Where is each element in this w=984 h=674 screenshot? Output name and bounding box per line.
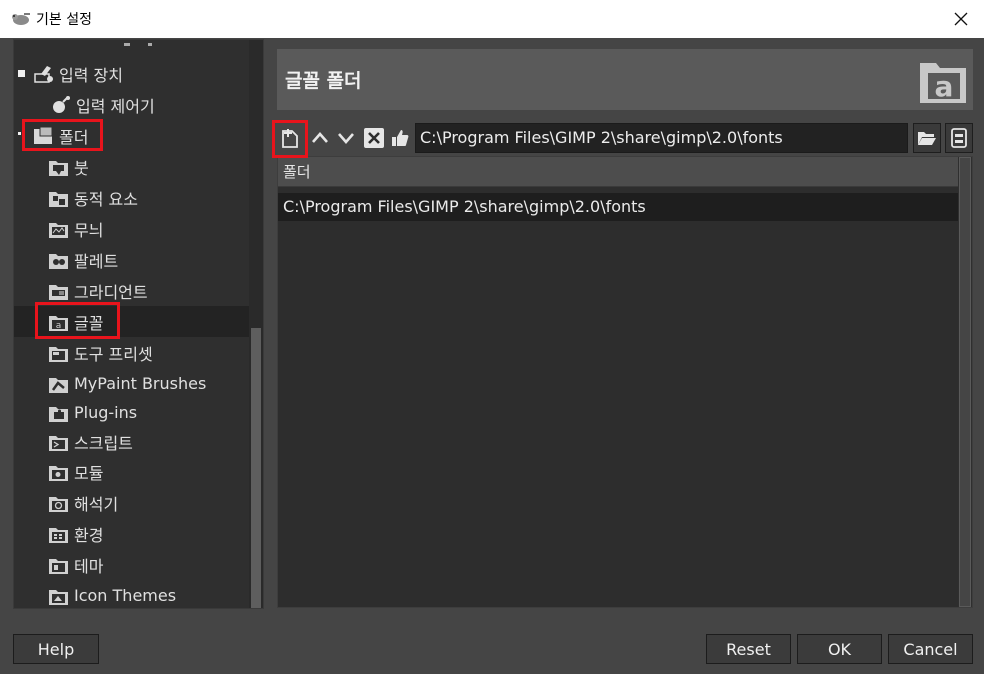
list-item[interactable]: C:\Program Files\GIMP 2\share\gimp\2.0\f… bbox=[278, 193, 958, 221]
tree-item-themes[interactable]: 테마 bbox=[14, 549, 250, 580]
move-down-button[interactable] bbox=[334, 124, 358, 152]
tree-item-label: 도구 프리셋 bbox=[74, 344, 153, 364]
mypaint-folder-icon bbox=[49, 377, 68, 393]
tree-item-fonts[interactable]: a 글꼴 bbox=[14, 306, 250, 337]
tree-item-label: 무늬 bbox=[74, 220, 104, 240]
tree-item-input-devices[interactable]: 입력 장치 bbox=[14, 58, 250, 89]
close-icon[interactable] bbox=[938, 0, 984, 38]
file-system-button[interactable] bbox=[945, 123, 973, 153]
tree-scrollbar-thumb[interactable] bbox=[251, 328, 261, 608]
delete-folder-button[interactable] bbox=[362, 124, 386, 152]
chevron-up-icon bbox=[312, 132, 328, 143]
font-folder-icon: a bbox=[49, 315, 68, 331]
folder-icon bbox=[34, 126, 53, 144]
title-bar: 기본 설정 bbox=[0, 0, 984, 38]
brush-folder-icon bbox=[49, 160, 68, 176]
tree-item-mypaint-brushes[interactable]: MyPaint Brushes bbox=[14, 368, 250, 399]
tree-item-label: 입력 제어기 bbox=[76, 96, 155, 116]
pattern-folder-icon bbox=[49, 222, 68, 238]
tree-item-interpreters[interactable]: 해석기 bbox=[14, 487, 250, 518]
tree-item-label: 폴더 bbox=[59, 127, 89, 147]
preferences-tree[interactable]: 입력 장치 입력 제어기 폴더 붓 동적 요소 무늬 팔레트 그라디언트 a 글… bbox=[13, 39, 264, 609]
svg-text:a: a bbox=[56, 321, 62, 331]
tree-item-patterns[interactable]: 무늬 bbox=[14, 213, 250, 244]
palette-folder-icon bbox=[49, 253, 68, 269]
input-devices-icon bbox=[34, 65, 53, 83]
thumbs-up-icon bbox=[392, 130, 409, 146]
folder-path-input[interactable]: C:\Program Files\GIMP 2\share\gimp\2.0\f… bbox=[415, 123, 908, 153]
new-file-icon bbox=[282, 129, 298, 148]
list-scrollbar-thumb[interactable] bbox=[959, 157, 971, 607]
tree-item-folders[interactable]: 폴더 bbox=[14, 120, 250, 151]
tree-item-icon-themes[interactable]: Icon Themes bbox=[14, 580, 250, 608]
tree-item-tool-presets[interactable]: 도구 프리셋 bbox=[14, 337, 250, 368]
tree-item-input-controller[interactable]: 입력 제어기 bbox=[14, 89, 250, 120]
interpreter-folder-icon bbox=[49, 496, 68, 512]
script-folder-icon bbox=[49, 435, 68, 451]
tree-item-label: 모듈 bbox=[74, 463, 104, 483]
ok-button[interactable]: OK bbox=[797, 634, 882, 664]
gradient-folder-icon bbox=[49, 284, 68, 300]
list-scrollbar[interactable] bbox=[958, 157, 972, 607]
cabinet-icon bbox=[951, 128, 967, 148]
theme-folder-icon bbox=[49, 558, 68, 574]
tool-preset-folder-icon bbox=[49, 346, 68, 362]
chevron-down-icon bbox=[338, 133, 354, 144]
reset-button[interactable]: Reset bbox=[706, 634, 791, 664]
tree-item-scripts[interactable]: 스크립트 bbox=[14, 426, 250, 457]
page-title: 글꼴 폴더 bbox=[285, 70, 362, 92]
open-folder-icon bbox=[918, 132, 936, 145]
tree-item-label: 그라디언트 bbox=[74, 282, 148, 302]
writable-toggle[interactable] bbox=[388, 124, 412, 152]
move-up-button[interactable] bbox=[308, 124, 332, 152]
delete-icon bbox=[364, 128, 384, 148]
tree-item-label: Plug-ins bbox=[74, 403, 138, 422]
module-folder-icon bbox=[49, 465, 68, 481]
tree-item-label: 스크립트 bbox=[74, 433, 133, 453]
tree-item-modules[interactable]: 모듈 bbox=[14, 456, 250, 487]
plugin-folder-icon bbox=[49, 406, 68, 422]
tree-item-label: 테마 bbox=[74, 556, 104, 576]
folder-list[interactable]: 폴더 C:\Program Files\GIMP 2\share\gimp\2.… bbox=[277, 156, 973, 608]
folder-toolbar: C:\Program Files\GIMP 2\share\gimp\2.0\f… bbox=[277, 122, 973, 154]
window-title: 기본 설정 bbox=[36, 12, 92, 28]
tree-item-label: 입력 장치 bbox=[59, 65, 123, 85]
tree-item-palettes[interactable]: 팔레트 bbox=[14, 244, 250, 275]
section-header: 글꼴 폴더 a bbox=[277, 49, 973, 110]
tree-item-brushes[interactable]: 붓 bbox=[14, 151, 250, 182]
tree-item-gradients[interactable]: 그라디언트 bbox=[14, 275, 250, 306]
dynamics-folder-icon bbox=[49, 191, 68, 207]
column-header-folder[interactable]: 폴더 bbox=[278, 157, 958, 187]
tree-item-plugins[interactable]: Plug-ins bbox=[14, 397, 250, 428]
svg-text:a: a bbox=[935, 70, 954, 103]
tree-item-label: 붓 bbox=[74, 158, 89, 178]
add-folder-button[interactable] bbox=[278, 124, 302, 152]
icon-theme-folder-icon bbox=[49, 589, 68, 605]
clipped-row bbox=[104, 40, 164, 46]
font-folder-large-icon: a bbox=[918, 55, 968, 105]
tree-item-label: 환경 bbox=[74, 525, 104, 545]
tree-item-label: 팔레트 bbox=[74, 251, 119, 271]
input-controller-icon bbox=[53, 95, 70, 113]
tree-item-label: 글꼴 bbox=[74, 313, 104, 333]
tree-item-label: 해석기 bbox=[74, 494, 119, 514]
gimp-icon bbox=[9, 10, 31, 28]
browse-folder-button[interactable] bbox=[913, 123, 941, 153]
tree-item-label: 동적 요소 bbox=[74, 189, 138, 209]
tree-scrollbar[interactable] bbox=[249, 40, 263, 608]
tree-item-environment[interactable]: 환경 bbox=[14, 518, 250, 549]
help-button[interactable]: Help bbox=[13, 634, 99, 664]
tree-item-dynamics[interactable]: 동적 요소 bbox=[14, 182, 250, 213]
tree-item-label: Icon Themes bbox=[74, 586, 177, 605]
tree-item-label: MyPaint Brushes bbox=[74, 374, 207, 393]
cancel-button[interactable]: Cancel bbox=[888, 634, 973, 664]
environment-folder-icon bbox=[49, 527, 68, 543]
